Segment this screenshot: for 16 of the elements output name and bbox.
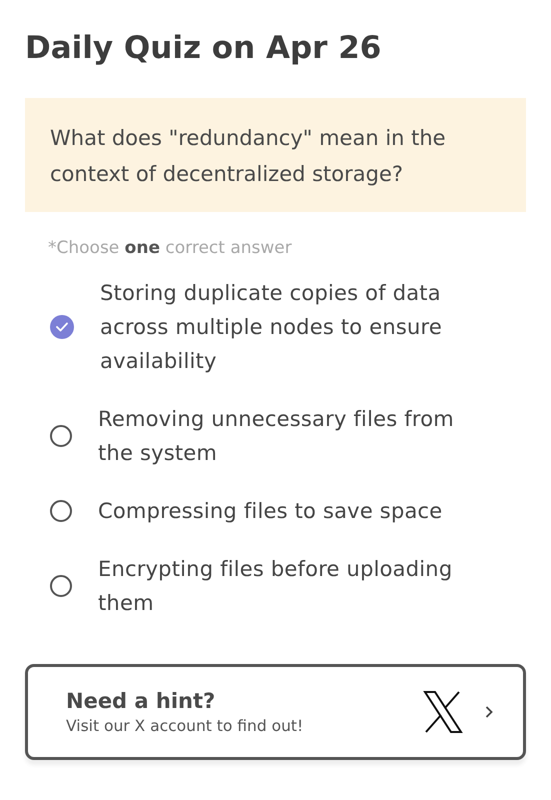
option-label: Encrypting files before uploading them	[98, 556, 454, 617]
radio-icon[interactable]	[50, 425, 72, 447]
radio-icon[interactable]	[50, 575, 72, 597]
question-text: What does "redundancy" mean in the context of decentralized storage?	[25, 98, 526, 212]
option-label: Compressing files to save space	[98, 498, 442, 525]
option-label: Removing unnecessary files from the system	[98, 406, 455, 467]
hint-title: Need a hint?	[66, 689, 216, 713]
radio-icon[interactable]	[50, 500, 72, 522]
hint-card[interactable]: Need a hint? Visit our X account to find out!	[25, 664, 526, 760]
x-logo-icon	[423, 691, 463, 733]
checked-radio-icon[interactable]	[50, 315, 74, 339]
hint-text: Visit our X account to find out!	[66, 717, 304, 735]
chevron-right-icon	[485, 706, 493, 718]
option-label: Storing duplicate copies of data across multiple nodes to ensure availability	[100, 280, 443, 375]
quiz-title: Daily Quiz on Apr 26	[25, 29, 382, 68]
instruction-text: *Choose one correct answer	[48, 238, 293, 258]
